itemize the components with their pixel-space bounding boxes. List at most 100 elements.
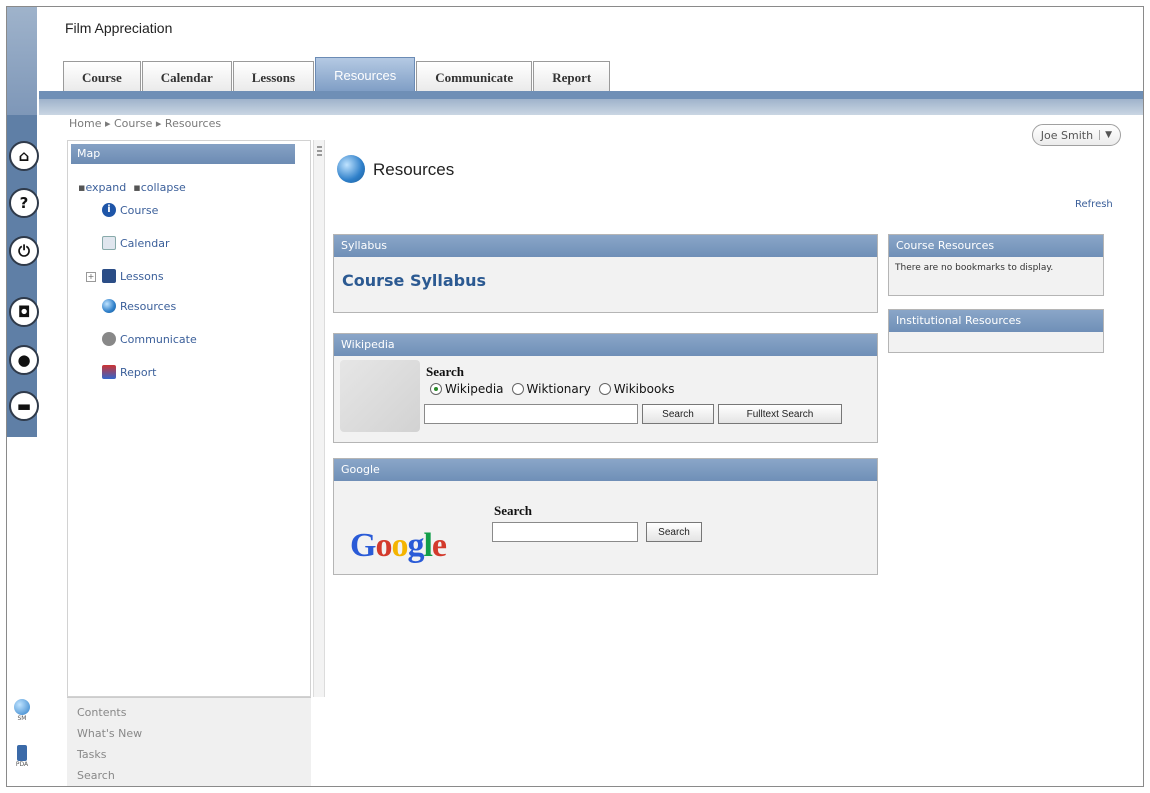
expand-collapse-row: ▪expand ▪collapse	[78, 181, 186, 194]
sidebar-item-course[interactable]: i Course	[102, 203, 158, 217]
user-menu[interactable]: Joe Smith ▼	[1031, 124, 1121, 146]
grip-mark	[317, 154, 322, 156]
course-syllabus-link[interactable]: Course Syllabus	[342, 271, 486, 290]
grip-mark	[317, 146, 322, 148]
radio-label: Wiktionary	[526, 382, 591, 396]
link-contents[interactable]: Contents	[77, 706, 126, 719]
rail-bottom	[7, 437, 63, 786]
refresh-link[interactable]: Refresh	[1075, 199, 1113, 210]
sidebar-item-lessons[interactable]: Lessons	[102, 269, 164, 283]
header-bar	[39, 91, 1143, 99]
chevron-down-icon[interactable]: ▼	[1099, 130, 1112, 140]
power-icon[interactable]: ⏻	[9, 236, 39, 266]
google-panel: Google Google Search Search	[333, 458, 878, 575]
sidebar-item-label: Communicate	[120, 332, 197, 346]
report-icon	[102, 365, 116, 379]
wikipedia-search-label: Search	[426, 364, 465, 379]
wikipedia-globe-image	[340, 360, 420, 432]
radio-wikipedia[interactable]: Wikipedia	[430, 382, 504, 396]
syllabus-body: Course Syllabus	[334, 257, 877, 312]
wikipedia-fulltext-search-button[interactable]: Fulltext Search	[718, 404, 842, 424]
sm-label: SM	[17, 715, 27, 722]
syllabus-panel: Syllabus Course Syllabus	[333, 234, 878, 313]
page-title: Resources	[373, 160, 455, 179]
course-resources-panel: Course Resources There are no bookmarks …	[888, 234, 1104, 296]
google-body: Google Search Search	[334, 481, 877, 574]
collapse-link[interactable]: collapse	[141, 181, 186, 194]
tab-bar: Course Calendar Lessons Resources Commun…	[63, 57, 611, 93]
app-title: Film Appreciation	[65, 20, 173, 36]
chat-icon[interactable]: ▬	[9, 391, 39, 421]
sidebar-item-resources[interactable]: Resources	[102, 299, 176, 313]
user-name: Joe Smith	[1040, 128, 1094, 142]
communicate-icon	[102, 332, 116, 346]
user-icon[interactable]: ●	[9, 345, 39, 375]
sidebar-item-label: Course	[120, 203, 159, 217]
google-header: Google	[334, 459, 877, 481]
panel-splitter[interactable]	[313, 140, 325, 697]
tab-course[interactable]: Course	[63, 61, 141, 93]
link-tasks[interactable]: Tasks	[77, 748, 106, 761]
sidebar-item-label: Report	[120, 365, 157, 379]
expand-lessons-icon[interactable]: +	[86, 272, 96, 282]
sidebar-item-calendar[interactable]: Calendar	[102, 236, 169, 250]
google-search-input[interactable]	[492, 522, 638, 542]
tab-calendar[interactable]: Calendar	[141, 61, 232, 93]
info-icon: i	[102, 203, 116, 217]
sm-badge-icon	[14, 699, 30, 715]
sidebar-item-label: Calendar	[120, 236, 170, 250]
wikipedia-search-button[interactable]: Search	[642, 404, 714, 424]
radio-wikibooks[interactable]: Wikibooks	[598, 382, 675, 396]
home-icon[interactable]: ⌂	[9, 141, 39, 171]
tab-lessons[interactable]: Lessons	[232, 61, 315, 93]
wikipedia-body: Search Wikipedia Wiktionary Wikibooks Se…	[334, 356, 877, 442]
breadcrumb[interactable]: Home ▸ Course ▸ Resources	[69, 117, 221, 130]
tab-communicate[interactable]: Communicate	[416, 61, 533, 93]
radio-icon	[598, 383, 611, 395]
pda-device-icon	[17, 745, 27, 761]
bullet-icon: ▪	[133, 181, 141, 194]
radio-selected-icon	[430, 383, 442, 395]
syllabus-header: Syllabus	[334, 235, 877, 257]
sidebar-item-communicate[interactable]: Communicate	[102, 332, 197, 346]
grip-mark	[317, 150, 322, 152]
tab-resources[interactable]: Resources	[315, 57, 416, 93]
pda-label: PDA	[15, 761, 29, 768]
google-search-button[interactable]: Search	[646, 522, 702, 542]
book-icon	[102, 269, 116, 283]
sidebar-bottom-links: Contents What's New Tasks Search	[67, 697, 311, 786]
app-window: ⌂ ? ⏻ ◘ ● ▬ Film Appreciation Course Cal…	[6, 6, 1144, 787]
wikipedia-panel: Wikipedia Search Wikipedia Wiktionary Wi…	[333, 333, 878, 443]
institutional-resources-header: Institutional Resources	[889, 310, 1103, 332]
wikipedia-header: Wikipedia	[334, 334, 877, 356]
sidebar: Map ▪expand ▪collapse i Course Calendar …	[67, 140, 311, 697]
wikipedia-source-options: Wikipedia Wiktionary Wikibooks	[430, 382, 675, 396]
sm-icon[interactable]: SM	[11, 699, 33, 727]
institutional-resources-panel: Institutional Resources	[888, 309, 1104, 353]
sidebar-item-report[interactable]: Report	[102, 365, 156, 379]
sidebar-item-label: Resources	[120, 299, 177, 313]
sidebar-item-label: Lessons	[120, 269, 164, 283]
course-resources-empty: There are no bookmarks to display.	[889, 257, 1103, 295]
wikipedia-search-input[interactable]	[424, 404, 638, 424]
expand-link[interactable]: expand	[85, 181, 126, 194]
radio-icon	[511, 383, 524, 395]
google-search-label: Search	[494, 503, 533, 518]
tab-report[interactable]: Report	[533, 61, 611, 93]
camera-icon[interactable]: ◘	[9, 297, 39, 327]
calendar-icon	[102, 236, 116, 250]
radio-wiktionary[interactable]: Wiktionary	[511, 382, 591, 396]
header: Film Appreciation Course Calendar Lesson…	[39, 7, 1143, 99]
rail-top	[7, 7, 37, 115]
pda-icon[interactable]: PDA	[11, 745, 33, 773]
institutional-resources-body	[889, 332, 1103, 352]
resources-globe-icon	[337, 155, 365, 183]
link-search[interactable]: Search	[77, 769, 115, 782]
radio-label: Wikibooks	[613, 382, 675, 396]
header-strip	[39, 99, 1143, 115]
google-logo: Google	[350, 527, 447, 564]
help-icon[interactable]: ?	[9, 188, 39, 218]
globe-icon	[102, 299, 116, 313]
link-whats-new[interactable]: What's New	[77, 727, 142, 740]
radio-label: Wikipedia	[445, 382, 504, 396]
